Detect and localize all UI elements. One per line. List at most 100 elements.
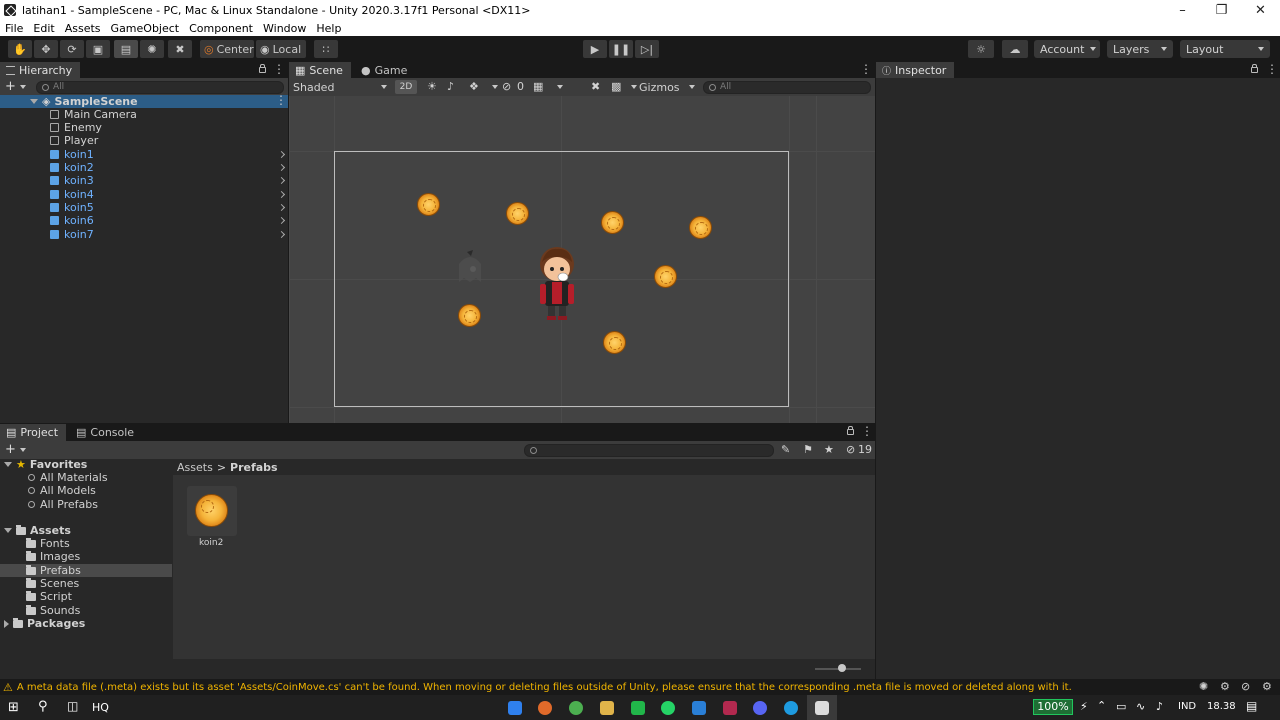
rotate-tool-icon[interactable]: ⟳ [60,40,84,58]
player-sprite[interactable] [536,244,578,322]
menu-component[interactable]: Component [184,22,258,35]
add-icon[interactable]: + [5,442,16,457]
hierarchy-item-koin6[interactable]: koin6 [0,214,288,227]
scene-options-icon[interactable] [275,93,287,107]
chevron-right-icon[interactable] [277,216,286,225]
space-local-button[interactable]: ◉ Local [256,40,306,58]
expand-arrow-icon[interactable] [4,462,12,467]
shading-mode-dropdown[interactable]: Shaded [291,80,389,94]
folder-fonts[interactable]: Fonts [26,537,70,550]
tab-console[interactable]: ▤ Console [70,424,136,441]
chevron-right-icon[interactable] [277,150,286,159]
tab-game[interactable]: ● Game [355,62,407,78]
coin-sprite[interactable] [654,265,677,288]
hand-tool-icon[interactable]: ✋ [8,40,32,58]
unity-taskbar-button[interactable] [807,695,837,720]
favorite-all-materials[interactable]: All Materials [28,471,108,484]
scene-view[interactable] [289,96,875,423]
chevron-down-icon[interactable] [557,85,563,89]
cache-server-icon[interactable]: ⊘ [1241,680,1250,693]
menu-help[interactable]: Help [311,22,346,35]
move-tool-icon[interactable]: ✥ [34,40,58,58]
app-icon[interactable] [723,701,737,715]
scale-tool-icon[interactable]: ▣ [86,40,110,58]
collapsed-arrow-icon[interactable] [4,619,9,628]
step-button[interactable]: ▷| [635,40,659,58]
chevron-right-icon[interactable] [277,176,286,185]
tab-inspector[interactable]: ⓘ Inspector [876,62,954,78]
language-indicator[interactable]: IND [1178,701,1196,712]
line-icon[interactable] [631,701,645,715]
favorites-row[interactable]: ★ Favorites [4,458,87,471]
battery-indicator[interactable]: 100% [1033,699,1073,715]
folder-script[interactable]: Script [26,590,72,603]
tab-scene[interactable]: ▦ Scene [289,62,351,78]
chrome-icon[interactable] [569,701,583,715]
hierarchy-item-koin2[interactable]: koin2 [0,161,288,174]
account-dropdown[interactable]: Account [1034,40,1100,58]
more-options-icon[interactable] [273,62,285,76]
wifi-icon[interactable]: ∿ [1136,700,1145,713]
file-explorer-icon[interactable] [600,701,614,715]
packages-row[interactable]: Packages [4,617,85,630]
effects-icon[interactable]: ❖ [469,80,479,93]
tab-project[interactable]: ▤ Project [0,424,66,441]
hierarchy-item-player[interactable]: Player [0,134,288,147]
visibility-icon[interactable]: ⊘ [502,80,511,93]
settings-icon[interactable]: ⚙ [1262,680,1272,693]
favorite-all-models[interactable]: All Models [28,484,96,497]
coin-sprite[interactable] [458,304,481,327]
hierarchy-item-main-camera[interactable]: Main Camera [0,108,288,121]
visual-studio-code-icon[interactable] [692,701,706,715]
chevron-right-icon[interactable] [277,163,286,172]
discord-icon[interactable] [753,701,767,715]
assets-row[interactable]: Assets [4,524,71,537]
auto-generate-icon[interactable]: ✺ [1199,680,1208,693]
lock-icon[interactable] [847,426,854,435]
maximize-button[interactable]: ❐ [1202,0,1241,20]
volume-icon[interactable]: ♪ [1156,700,1163,713]
expand-arrow-icon[interactable] [4,528,12,533]
filter-by-type-icon[interactable]: ✎ [781,443,790,456]
battery-icon[interactable]: ▭ [1116,700,1126,713]
menu-assets[interactable]: Assets [60,22,106,35]
folder-sounds[interactable]: Sounds [26,604,80,617]
lighting-icon[interactable]: ☀ [427,80,437,93]
task-view-icon[interactable]: ◫ [67,699,78,713]
grid-snap-icon[interactable]: ▦ [533,80,543,93]
status-bar[interactable]: ⚠ A meta data file (.meta) exists but it… [0,679,1280,695]
lock-icon[interactable] [259,64,266,73]
folder-scenes[interactable]: Scenes [26,577,79,590]
gizmos-dropdown[interactable]: Gizmos [639,80,695,94]
enemy-sprite[interactable] [453,248,487,284]
close-button[interactable]: ✕ [1241,0,1280,20]
play-button[interactable]: ▶ [583,40,607,58]
hierarchy-item-koin4[interactable]: koin4 [0,188,288,201]
hierarchy-item-koin5[interactable]: koin5 [0,201,288,214]
chevron-right-icon[interactable] [277,190,286,199]
hierarchy-item-koin7[interactable]: koin7 [0,228,288,241]
chevron-right-icon[interactable] [277,230,286,239]
debug-icon[interactable]: ⚙ [1220,680,1230,693]
menu-file[interactable]: File [0,22,28,35]
windows-start-icon[interactable]: ⊞ [8,700,19,715]
chevron-down-icon[interactable] [492,85,498,89]
hierarchy-search-input[interactable]: All [36,81,284,94]
chevron-right-icon[interactable] [277,203,286,212]
expand-arrow-icon[interactable] [30,99,38,104]
chevron-down-icon[interactable] [20,85,26,89]
transform-tool-icon[interactable]: ✺ [140,40,164,58]
more-options-icon[interactable] [860,62,872,76]
pause-button[interactable]: ❚❚ [609,40,633,58]
layers-dropdown[interactable]: Layers [1107,40,1173,58]
taskbar-search-label[interactable]: HQ [92,701,109,714]
tab-hierarchy[interactable]: Hierarchy [0,62,80,78]
search-icon[interactable]: ⚲ [38,699,48,714]
snap-grid-icon[interactable]: ∷ [314,40,338,58]
coin-sprite[interactable] [689,216,712,239]
scene-search-input[interactable]: All [703,81,871,94]
coin-sprite[interactable] [417,193,440,216]
chevron-down-icon[interactable] [631,85,637,89]
whatsapp-icon[interactable] [661,701,675,715]
taskbar-app-icon[interactable] [508,701,522,715]
